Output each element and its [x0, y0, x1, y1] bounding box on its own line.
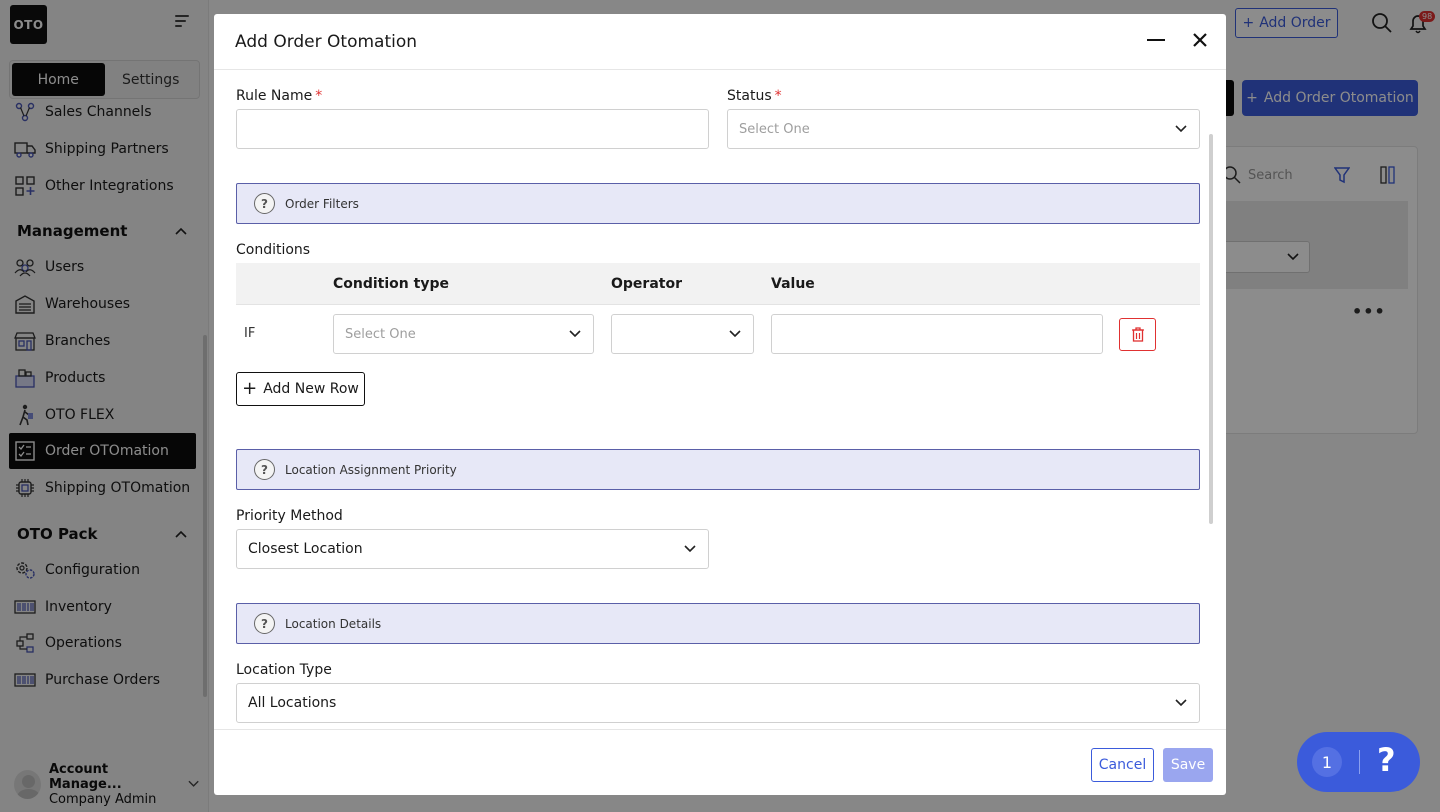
modal-header: Add Order Otomation — [214, 14, 1226, 70]
help-circle-icon[interactable]: ? — [254, 613, 275, 634]
location-type-label: Location Type — [236, 662, 332, 678]
conditions-table-header: Condition type Operator Value — [236, 263, 1200, 305]
label-text: Status — [727, 88, 772, 104]
help-question-icon: ? — [1377, 741, 1396, 779]
help-circle-icon[interactable]: ? — [254, 193, 275, 214]
status-select[interactable]: Select One — [727, 109, 1200, 149]
location-details-banner: ? Location Details — [236, 603, 1200, 644]
trash-icon — [1131, 327, 1144, 342]
order-filters-banner: ? Order Filters — [236, 183, 1200, 224]
chevron-down-icon — [729, 330, 741, 338]
help-circle-icon[interactable]: ? — [254, 459, 275, 480]
save-button[interactable]: Save — [1163, 748, 1213, 782]
cancel-button[interactable]: Cancel — [1091, 748, 1154, 782]
delete-row-button[interactable] — [1119, 318, 1156, 351]
conditions-label: Conditions — [236, 242, 311, 258]
banner-text: Location Details — [285, 616, 382, 631]
rule-name-label: Rule Name * — [236, 88, 322, 104]
priority-method-select[interactable]: Closest Location — [236, 529, 709, 569]
required-mark: * — [774, 88, 782, 104]
required-mark: * — [315, 88, 323, 104]
status-placeholder: Select One — [739, 121, 810, 137]
location-type-select[interactable]: All Locations — [236, 683, 1200, 723]
chevron-down-icon — [569, 330, 581, 338]
column-condition-type: Condition type — [333, 276, 449, 292]
modal-title: Add Order Otomation — [235, 32, 418, 52]
label-text: Rule Name — [236, 88, 313, 104]
help-count-badge: 1 — [1312, 747, 1342, 777]
banner-text: Location Assignment Priority — [285, 462, 457, 477]
modal-body: Rule Name * Status * Select One ? Order Fi… — [214, 70, 1226, 729]
condition-type-select[interactable]: Select One — [333, 314, 594, 354]
column-operator: Operator — [611, 276, 682, 292]
add-row-label: Add New Row — [263, 381, 359, 397]
banner-text: Order Filters — [285, 196, 359, 211]
modal-footer: Cancel Save — [214, 729, 1226, 795]
add-new-row-button[interactable]: + Add New Row — [236, 372, 365, 406]
plus-icon: + — [242, 378, 258, 399]
modal-scrollbar[interactable] — [1209, 134, 1213, 524]
if-label: IF — [244, 326, 256, 341]
minimize-icon[interactable] — [1147, 39, 1165, 41]
condition-placeholder: Select One — [345, 326, 416, 342]
column-value: Value — [771, 276, 815, 292]
location-assignment-priority-banner: ? Location Assignment Priority — [236, 449, 1200, 490]
operator-select[interactable] — [611, 314, 754, 354]
chevron-down-icon — [1175, 699, 1187, 707]
condition-value-input[interactable] — [771, 314, 1103, 354]
chevron-down-icon — [1175, 125, 1187, 133]
chevron-down-icon — [684, 545, 696, 553]
rule-name-input[interactable] — [236, 109, 709, 149]
help-widget[interactable]: 1 ? — [1297, 732, 1420, 792]
priority-method-label: Priority Method — [236, 508, 343, 524]
close-icon[interactable] — [1192, 32, 1208, 48]
location-type-value: All Locations — [248, 695, 337, 711]
status-label: Status * — [727, 88, 782, 104]
priority-method-value: Closest Location — [248, 541, 363, 557]
add-order-otomation-modal: Add Order Otomation Rule Name * Status * S… — [214, 14, 1226, 795]
help-divider — [1359, 750, 1360, 774]
